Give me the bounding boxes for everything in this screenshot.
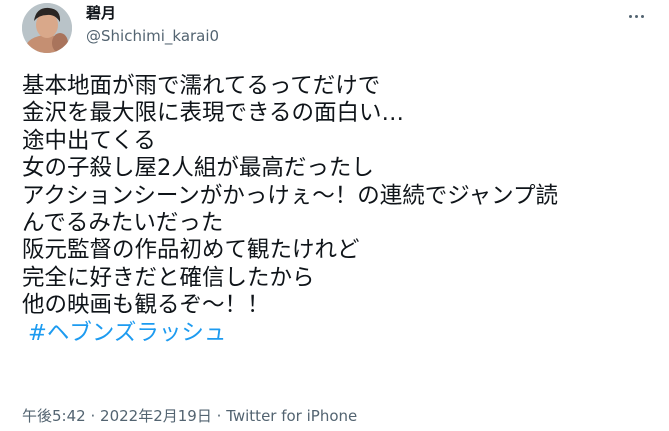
tweet-line: アクションシーンがかっけぇ〜！の連続でジャンプ読: [22, 182, 558, 209]
meta-separator: ·: [216, 407, 222, 425]
tweet-card: 碧月 @Shichimi_karai0 基本地面が雨で濡れてるってだけで 金沢を…: [0, 0, 669, 431]
tweet-line: 阪元監督の作品初めて観たけれど: [22, 237, 360, 264]
tweet-meta: 午後5:42 · 2022年2月19日 · Twitter for iPhone: [22, 406, 357, 426]
hashtag-link[interactable]: #ヘブンズラッシュ: [22, 320, 647, 347]
tweet-line: 基本地面が雨で濡れてるってだけで: [22, 73, 381, 99]
tweet-text: 基本地面が雨で濡れてるってだけで 金沢を最大限に表現できるの面白い… 途中出てく…: [22, 73, 647, 347]
tweet-line: 途中出てくる: [22, 127, 156, 154]
author-display-name[interactable]: 碧月: [86, 3, 116, 23]
tweet-line: 女の子殺し屋2人組が最高だったし: [22, 155, 374, 182]
tweet-line: んでるみたいだった: [22, 210, 224, 237]
tweet-date[interactable]: 2022年2月19日: [100, 407, 212, 425]
tweet-timestamp[interactable]: 午後5:42: [22, 407, 86, 425]
author-handle[interactable]: @Shichimi_karai0: [86, 26, 219, 46]
more-options-button[interactable]: [623, 6, 649, 26]
author-avatar[interactable]: [22, 3, 72, 53]
more-options-icon: [628, 14, 632, 18]
tweet-line: 完全に好きだと確信したから: [22, 264, 315, 291]
tweet-line: 金沢を最大限に表現できるの面白い…: [22, 100, 405, 127]
meta-separator: ·: [90, 407, 96, 425]
profile-photo-icon: [22, 3, 72, 53]
more-options-icon: [640, 14, 644, 18]
tweet-line: 他の映画も観るぞ〜！！: [22, 292, 270, 319]
tweet-source[interactable]: Twitter for iPhone: [226, 407, 357, 425]
more-options-icon: [634, 14, 638, 18]
